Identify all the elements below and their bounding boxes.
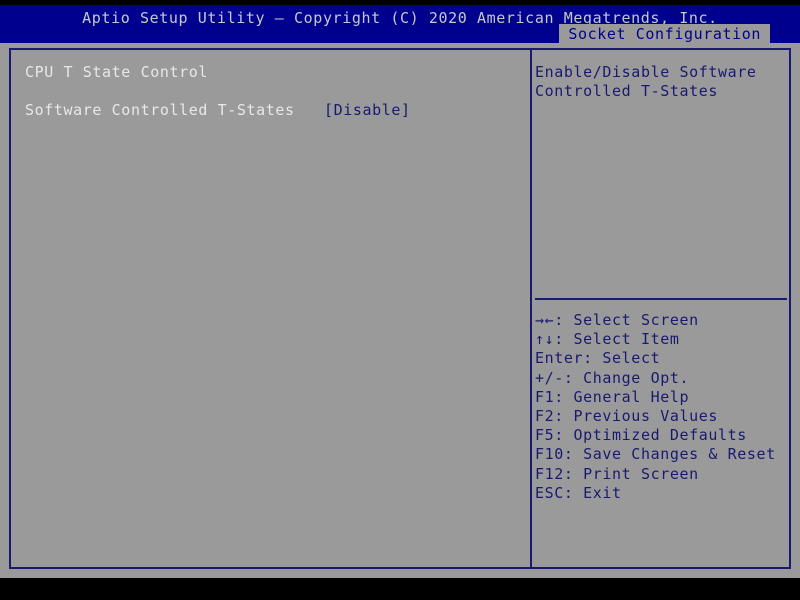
- help-description-line-1: Enable/Disable Software: [535, 63, 757, 81]
- legend-item-optimized-defaults: F5: Optimized Defaults: [535, 426, 747, 445]
- tab-socket-configuration[interactable]: Socket Configuration: [559, 24, 770, 44]
- legend-item-enter-select: Enter: Select: [535, 349, 661, 368]
- legend-item-print-screen: F12: Print Screen: [535, 464, 699, 483]
- bios-setup-screen: Aptio Setup Utility – Copyright (C) 2020…: [0, 0, 800, 600]
- legend-item-general-help: F1: General Help: [535, 387, 690, 406]
- legend-item-previous-values: F2: Previous Values: [535, 407, 718, 426]
- legend-item-select-item: ↑↓: Select Item: [535, 330, 680, 349]
- setting-row-software-controlled-t-states[interactable]: Software Controlled T-States [Disable]: [11, 101, 530, 121]
- help-separator-line: [535, 298, 787, 300]
- help-description-line-2: Controlled T-States: [535, 82, 718, 100]
- setting-value-software-controlled-t-states[interactable]: [Disable]: [324, 101, 411, 119]
- settings-panel: CPU T State Control Software Controlled …: [11, 50, 530, 567]
- menu-tab-bar: Socket Configuration: [0, 24, 800, 44]
- legend-item-select-screen: →←: Select Screen: [535, 311, 699, 329]
- legend-item-change-opt: +/-: Change Opt.: [535, 368, 690, 387]
- legend-item-save-changes-reset: F10: Save Changes & Reset: [535, 445, 776, 464]
- setting-label-software-controlled-t-states: Software Controlled T-States: [25, 101, 295, 119]
- legend-item-exit: ESC: Exit: [535, 483, 622, 502]
- section-title-cpu-t-state-control: CPU T State Control: [25, 63, 208, 81]
- key-legend-list: →←: Select Screen ↑↓: Select Item Enter:…: [535, 311, 787, 503]
- help-panel: Enable/Disable Software Controlled T-Sta…: [532, 50, 789, 567]
